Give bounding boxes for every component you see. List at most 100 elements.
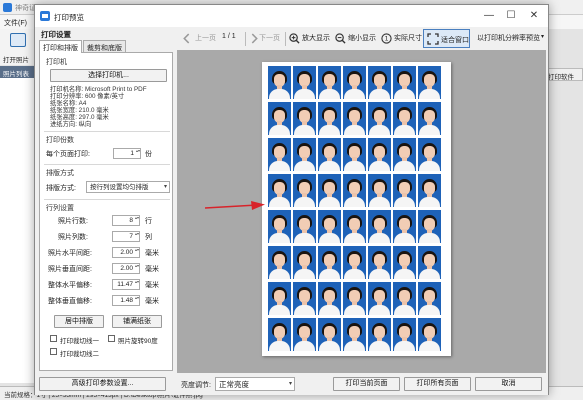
photo-body <box>394 269 415 279</box>
layout-select[interactable]: 按行列设置均匀排版 <box>86 181 170 193</box>
id-photo <box>368 102 391 135</box>
zoom-in-icon[interactable] <box>289 33 300 44</box>
rotate-90-label: 照片旋转90度 <box>118 338 158 345</box>
fit-window-label: 适合窗口 <box>441 37 469 44</box>
photo-body <box>294 89 315 99</box>
id-photo <box>268 210 291 243</box>
id-photo <box>318 246 341 279</box>
photo-body <box>294 197 315 207</box>
tab-print-layout[interactable]: 打印和排版 <box>39 40 82 53</box>
id-photo <box>268 282 291 315</box>
photo-body <box>269 89 290 99</box>
svg-text:1: 1 <box>384 35 388 43</box>
prev-page-button[interactable]: 上一页 <box>195 33 216 43</box>
print-preview-dialog: 打印预览 — ☐ ✕ 打印设置 打印和排版 裁剪和底版 打印机 选择打印机...… <box>34 4 549 395</box>
tab-crop-base[interactable]: 裁剪和底版 <box>83 40 126 52</box>
id-photo <box>268 102 291 135</box>
paper-width: 纸张宽度: 210.0 毫米 <box>50 107 109 114</box>
photo-body <box>319 197 340 207</box>
photo-body <box>319 341 340 351</box>
columns-stepper[interactable]: 7 <box>112 231 140 242</box>
printer-resolution-preview-button[interactable]: 以打印机分辨率预览 <box>477 33 540 43</box>
copies-stepper[interactable]: 1 <box>113 148 141 159</box>
menu-file[interactable]: 文件(F) <box>4 18 27 28</box>
id-photo <box>418 210 441 243</box>
h-spacing-unit: 毫米 <box>145 250 159 257</box>
id-photo <box>268 66 291 99</box>
print-current-page-button[interactable]: 打印当前页面 <box>333 377 400 391</box>
fit-window-button[interactable]: 适合窗口 <box>423 29 470 48</box>
background-right-button[interactable]: 打印软件 <box>545 68 583 81</box>
id-photo <box>293 282 316 315</box>
cut-line-2-checkbox[interactable] <box>50 348 57 355</box>
fit-window-icon <box>427 33 439 45</box>
preview-page <box>262 62 451 356</box>
photo-body <box>344 305 365 315</box>
toolbar-divider <box>285 32 286 46</box>
id-photo <box>268 318 291 351</box>
photo-body <box>319 161 340 171</box>
photo-body <box>294 341 315 351</box>
photo-body <box>419 305 440 315</box>
rows-stepper[interactable]: 8 <box>112 215 140 226</box>
h-spacing-stepper[interactable]: 2.00 <box>112 247 140 258</box>
photo-body <box>294 305 315 315</box>
id-photo <box>343 210 366 243</box>
toolbar-divider <box>245 32 246 46</box>
photo-body <box>319 233 340 243</box>
photo-body <box>269 161 290 171</box>
id-photo <box>393 66 416 99</box>
select-printer-button[interactable]: 选择打印机... <box>50 69 167 82</box>
photo-body <box>269 269 290 279</box>
id-photo <box>268 174 291 207</box>
v-offset-stepper[interactable]: 1.48 <box>112 295 140 306</box>
zoom-in-button[interactable]: 放大显示 <box>302 33 330 43</box>
id-photo <box>368 174 391 207</box>
cut-line-1-checkbox[interactable] <box>50 335 57 342</box>
open-photo-label[interactable]: 打开照片 <box>3 54 29 64</box>
divider <box>44 164 170 165</box>
photo-body <box>269 125 290 135</box>
zoom-out-button[interactable]: 缩小显示 <box>348 33 376 43</box>
h-offset-stepper[interactable]: 11.47 <box>112 279 140 290</box>
panel-header: 打印设置 <box>41 30 71 39</box>
photo-body <box>369 233 390 243</box>
id-photo <box>418 66 441 99</box>
close-button[interactable]: ✕ <box>525 9 543 23</box>
next-page-button[interactable]: 下一页 <box>259 33 280 43</box>
minimize-button[interactable]: — <box>480 9 498 23</box>
id-photo <box>393 246 416 279</box>
h-offset-unit: 毫米 <box>145 282 159 289</box>
print-all-pages-button[interactable]: 打印所有页面 <box>404 377 471 391</box>
actual-size-icon[interactable]: 1 <box>381 33 392 44</box>
center-layout-button[interactable]: 居中排版 <box>54 315 104 328</box>
photo-body <box>344 341 365 351</box>
photo-body <box>419 161 440 171</box>
photo-body <box>394 341 415 351</box>
photo-body <box>394 305 415 315</box>
zoom-out-icon[interactable] <box>335 33 346 44</box>
fill-paper-button[interactable]: 铺满纸张 <box>112 315 162 328</box>
rotate-90-checkbox[interactable] <box>108 335 115 342</box>
id-photo <box>293 66 316 99</box>
photo-body <box>394 125 415 135</box>
dialog-title: 打印预览 <box>54 13 84 22</box>
photo-body <box>319 125 340 135</box>
photo-body <box>419 341 440 351</box>
cancel-button[interactable]: 取消 <box>475 377 542 391</box>
advanced-print-settings-button[interactable]: 高级打印参数设置... <box>39 377 166 391</box>
actual-size-button[interactable]: 实际尺寸 <box>394 33 422 43</box>
photo-body <box>344 233 365 243</box>
v-spacing-stepper[interactable]: 2.00 <box>112 263 140 274</box>
id-photo <box>293 246 316 279</box>
brightness-select[interactable]: 正常亮度 <box>215 377 295 391</box>
photo-body <box>419 89 440 99</box>
open-photo-icon[interactable] <box>10 33 26 47</box>
photo-body <box>319 89 340 99</box>
settings-tab-body: 打印机 选择打印机... 打印机名称: Microsoft Print to P… <box>39 52 173 371</box>
id-photo <box>293 174 316 207</box>
id-photo <box>293 210 316 243</box>
rows-unit: 行 <box>145 218 152 225</box>
maximize-button[interactable]: ☐ <box>502 9 520 23</box>
chevron-down-icon[interactable]: ▾ <box>541 33 544 40</box>
